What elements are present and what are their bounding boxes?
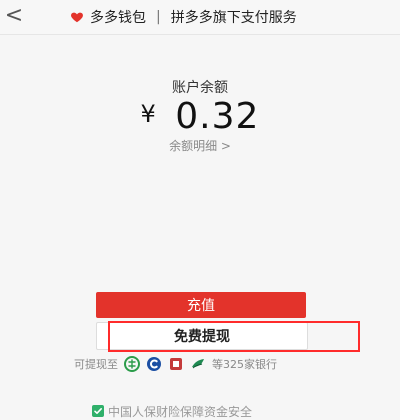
brand-subtitle: 拼多多旗下支付服务 [170, 10, 297, 26]
balance-label: 账户余额 [172, 80, 228, 96]
heart-logo-icon [70, 10, 84, 24]
back-button[interactable]: < [2, 4, 26, 28]
back-icon[interactable]: < [5, 5, 23, 27]
bank-logo-1-icon [124, 356, 140, 372]
brand-name: 多多钱包 [90, 10, 146, 26]
bank-logo-4-icon [190, 356, 206, 372]
title-separator: | [156, 9, 161, 25]
banks-suffix: 等325家银行 [212, 358, 277, 371]
balance-amount: ¥ 0.32 [0, 96, 400, 137]
recharge-button[interactable]: 充值 [96, 292, 306, 318]
highlight-annotation-box [108, 321, 360, 352]
top-bar: < 多多钱包 | 拼多多旗下支付服务 [0, 0, 400, 35]
security-footer: 中国人保财险保障资金安全 [92, 404, 253, 419]
currency-symbol: ¥ [140, 100, 157, 128]
bank-logo-2-icon [146, 356, 162, 372]
banks-prefix: 可提现至 [74, 358, 118, 371]
balance-details-link[interactable]: 余额明细 > [0, 137, 400, 154]
supported-banks-row: 可提现至 等325家银行 [74, 356, 277, 372]
security-text: 中国人保财险保障资金安全 [108, 404, 253, 419]
recharge-button-label[interactable]: 充值 [187, 295, 215, 315]
shield-check-icon [92, 405, 104, 417]
header-title: 多多钱包 | 拼多多旗下支付服务 [70, 7, 297, 27]
bank-logo-3-icon [168, 356, 184, 372]
amount-value: 0.32 [175, 96, 260, 137]
